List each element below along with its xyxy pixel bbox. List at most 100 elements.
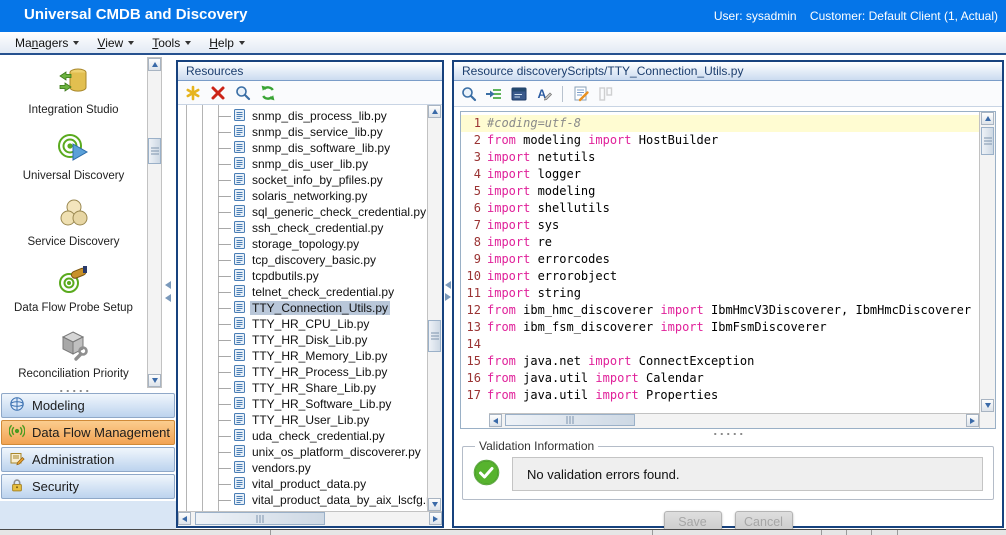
module-accordion-splitter[interactable]	[58, 388, 90, 393]
tree-item[interactable]: vital_product_data_by_aix_lscfg.py	[178, 492, 427, 508]
console-window-icon[interactable]	[509, 84, 529, 104]
scroll-left-arrow[interactable]	[489, 414, 502, 427]
editor-validation-splitter[interactable]	[454, 429, 1002, 439]
code-line[interactable]: 8 import re	[461, 234, 979, 251]
editor-vertical-scrollbar[interactable]	[979, 112, 995, 428]
scrollbar-thumb[interactable]	[195, 512, 325, 525]
scrollbar-thumb[interactable]	[981, 127, 994, 155]
tree-item[interactable]: storage_topology.py	[178, 236, 427, 252]
scroll-up-arrow[interactable]	[981, 112, 994, 125]
tree-item[interactable]: unix_os_platform_discoverer.py	[178, 444, 427, 460]
tree-item[interactable]: snmp_dis_software_lib.py	[178, 140, 427, 156]
module-data-flow-probe-setup[interactable]: Data Flow Probe Setup	[0, 263, 147, 329]
scrollbar-thumb[interactable]	[428, 320, 441, 352]
tree-item[interactable]: vendors.py	[178, 460, 427, 476]
tree-item[interactable]: snmp_dis_process_lib.py	[178, 108, 427, 124]
menu-view[interactable]: View	[88, 34, 143, 52]
goto-line-icon[interactable]	[484, 84, 504, 104]
tree-item[interactable]: uda_check_credential.py	[178, 428, 427, 444]
code-line[interactable]: 14	[461, 336, 979, 353]
scroll-down-arrow[interactable]	[428, 498, 441, 511]
tree-item[interactable]: solaris_networking.py	[178, 188, 427, 204]
tree-item[interactable]: vital_product_data.py	[178, 476, 427, 492]
refresh-icon[interactable]	[258, 83, 278, 103]
scroll-right-arrow[interactable]	[966, 414, 979, 427]
tree-item[interactable]: TTY_HR_Process_Lib.py	[178, 364, 427, 380]
tree-item[interactable]: TTY_HR_Share_Lib.py	[178, 380, 427, 396]
code-line[interactable]: 5 import modeling	[461, 183, 979, 200]
scrollbar-thumb[interactable]	[505, 414, 635, 426]
center-splitter-collapse[interactable]	[445, 281, 451, 301]
menu-managers[interactable]: Managers	[6, 34, 88, 52]
code-line[interactable]: 9 import errorcodes	[461, 251, 979, 268]
tree-item[interactable]: TTY_HR_User_Lib.py	[178, 412, 427, 428]
file-name-label: TTY_HR_Process_Lib.py	[252, 365, 388, 379]
file-name-label: storage_topology.py	[252, 237, 360, 251]
module-panel-scrollbar[interactable]	[147, 57, 162, 388]
code-line[interactable]: 13 from ibm_fsm_discoverer import IbmFsmD…	[461, 319, 979, 336]
code-line[interactable]: 3 import netutils	[461, 149, 979, 166]
code-line[interactable]: 10 import errorobject	[461, 268, 979, 285]
code-line[interactable]: 12 from ibm_hmc_discoverer import IbmHmcV…	[461, 302, 979, 319]
script-file-icon	[233, 460, 250, 476]
scroll-down-arrow[interactable]	[148, 374, 161, 387]
module-universal-discovery[interactable]: Universal Discovery	[0, 131, 147, 197]
menu-caret-icon	[128, 40, 135, 45]
tree-item[interactable]: snmp_dis_service_lib.py	[178, 124, 427, 140]
menu-help[interactable]: Help	[200, 34, 254, 52]
edit-as-text-icon[interactable]: A	[534, 84, 554, 104]
find-icon[interactable]	[459, 84, 479, 104]
tree-item[interactable]: tcp_discovery_basic.py	[178, 252, 427, 268]
tree-branch-connector	[218, 403, 231, 405]
module-service-discovery[interactable]: Service Discovery	[0, 197, 147, 263]
tree-item[interactable]: tcpdbutils.py	[178, 268, 427, 284]
menu-tools[interactable]: Tools	[143, 34, 200, 52]
accordion-security[interactable]: Security	[1, 474, 175, 499]
script-file-icon	[233, 252, 250, 268]
code-editor[interactable]: 1 #coding=utf-8 2 from modeling import Host…	[460, 111, 996, 429]
line-number: 1	[473, 116, 481, 130]
code-line[interactable]: 6 import shellutils	[461, 200, 979, 217]
customer-label: Customer: Default Client (1, Actual)	[809, 9, 998, 23]
module-integration-studio[interactable]: Integration Studio	[0, 65, 147, 131]
tree-vertical-scrollbar[interactable]	[427, 105, 442, 511]
tree-item[interactable]: telnet_check_credential.py	[178, 284, 427, 300]
tree-item[interactable]: snmp_dis_user_lib.py	[178, 156, 427, 172]
scrollbar-thumb[interactable]	[148, 138, 161, 164]
tree-horizontal-scrollbar[interactable]	[178, 511, 442, 526]
tree-item[interactable]: sql_generic_check_credential.py	[178, 204, 427, 220]
structure-icon[interactable]	[596, 84, 616, 104]
code-line[interactable]: 2 from modeling import HostBuilder	[461, 132, 979, 149]
left-splitter-collapse[interactable]	[165, 281, 171, 302]
code-line[interactable]: 15 from java.net import ConnectException	[461, 353, 979, 370]
search-icon[interactable]	[233, 83, 253, 103]
new-resource-icon[interactable]	[183, 83, 203, 103]
code-line[interactable]: 16 from java.util import Calendar	[461, 370, 979, 387]
scroll-right-arrow[interactable]	[429, 512, 442, 525]
code-line[interactable]: 11 import string	[461, 285, 979, 302]
tree-item[interactable]: TTY_HR_Software_Lib.py	[178, 396, 427, 412]
scroll-down-arrow[interactable]	[981, 399, 994, 412]
external-editor-icon[interactable]	[571, 84, 591, 104]
tree-item[interactable]: socket_info_by_pfiles.py	[178, 172, 427, 188]
accordion-administration[interactable]: Administration	[1, 447, 175, 472]
delete-resource-icon[interactable]	[208, 83, 228, 103]
file-name-label: TTY_HR_Share_Lib.py	[252, 381, 377, 395]
accordion-modeling[interactable]: Modeling	[1, 393, 175, 418]
tree-item[interactable]: TTY_HR_CPU_Lib.py	[178, 316, 427, 332]
editor-horizontal-scrollbar[interactable]	[489, 413, 979, 428]
tree-item[interactable]: TTY_HR_Disk_Lib.py	[178, 332, 427, 348]
code-line[interactable]: 7 import sys	[461, 217, 979, 234]
module-reconciliation-priority[interactable]: Reconciliation Priority	[0, 329, 147, 388]
code-text: from java.net import ConnectException	[487, 354, 755, 368]
accordion-data-flow-management[interactable]: Data Flow Management	[1, 420, 175, 445]
code-line[interactable]: 1 #coding=utf-8	[461, 115, 979, 132]
tree-item[interactable]: TTY_Connection_Utils.py	[178, 300, 427, 316]
tree-item[interactable]: ssh_check_credential.py	[178, 220, 427, 236]
scroll-up-arrow[interactable]	[428, 105, 441, 118]
code-line[interactable]: 4 import logger	[461, 166, 979, 183]
code-line[interactable]: 17 from java.util import Properties	[461, 387, 979, 404]
scroll-left-arrow[interactable]	[178, 512, 191, 525]
scroll-up-arrow[interactable]	[148, 58, 161, 71]
tree-item[interactable]: TTY_HR_Memory_Lib.py	[178, 348, 427, 364]
